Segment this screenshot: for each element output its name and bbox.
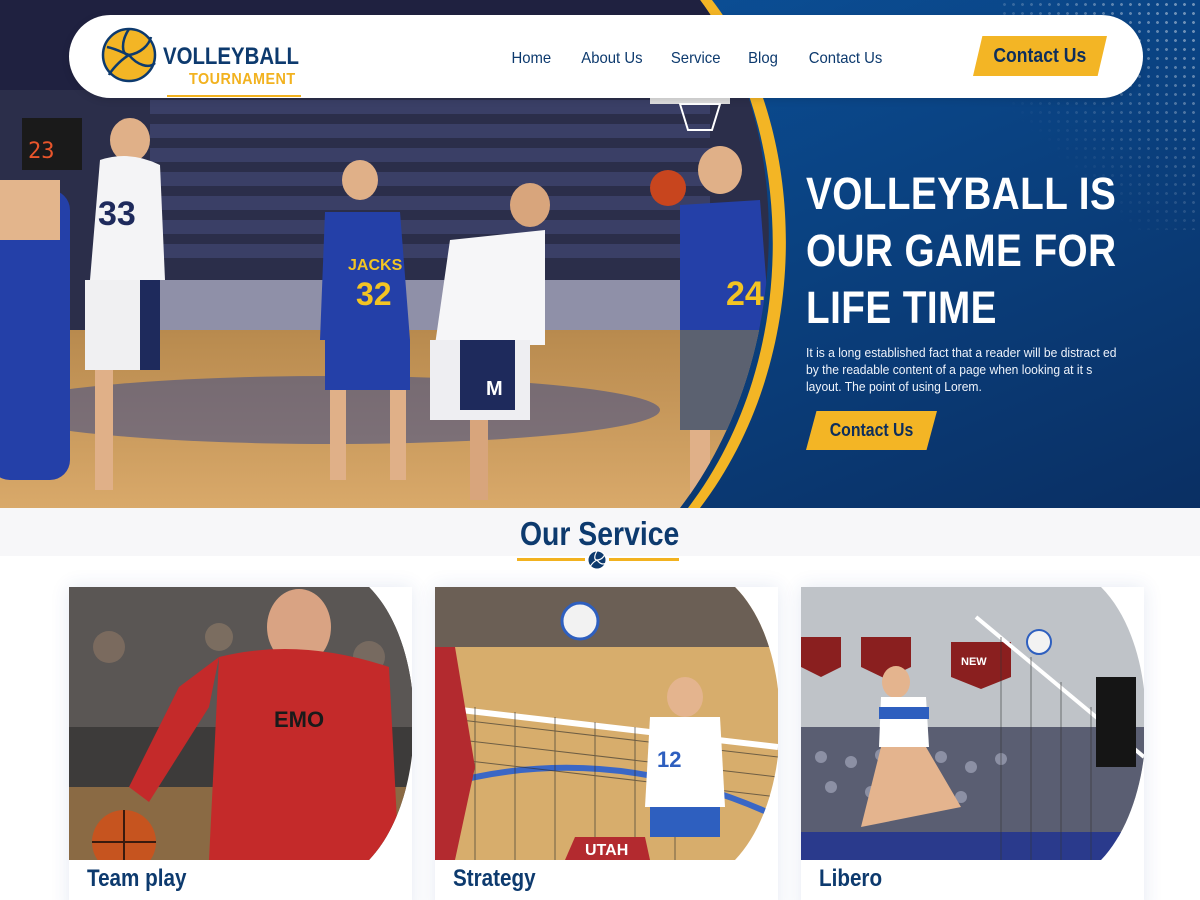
site-logo[interactable]: VOLLEYBALL TOURNAMENT bbox=[101, 27, 311, 97]
basketball-player-photo: EMO bbox=[69, 587, 412, 860]
hero-title-line-1: VOLLEYBALL IS bbox=[806, 168, 1117, 219]
svg-text:12: 12 bbox=[657, 747, 681, 772]
volleyball-icon bbox=[101, 27, 157, 83]
nav-item-service[interactable]: Service bbox=[671, 50, 721, 68]
svg-text:23: 23 bbox=[28, 139, 55, 164]
logo-tagline: TOURNAMENT bbox=[189, 71, 296, 88]
service-heading: Our Service bbox=[0, 515, 1200, 553]
svg-text:24: 24 bbox=[726, 275, 764, 313]
heading-divider-left bbox=[517, 558, 585, 561]
svg-text:UTAH: UTAH bbox=[585, 842, 628, 859]
header-contact-button-label: Contact Us bbox=[993, 44, 1087, 67]
svg-text:JACKS: JACKS bbox=[348, 257, 403, 274]
svg-text:EMO: EMO bbox=[274, 707, 324, 732]
volleyball-jump-arena-photo: NEW bbox=[801, 587, 1144, 860]
heading-divider-right bbox=[609, 558, 679, 561]
nav-item-blog[interactable]: Blog bbox=[748, 50, 778, 68]
hero-title: VOLLEYBALL IS OUR GAME FOR LIFE TIME bbox=[806, 165, 1141, 336]
nav-item-home[interactable]: Home bbox=[511, 50, 551, 68]
svg-text:32: 32 bbox=[356, 276, 392, 312]
svg-text:33: 33 bbox=[98, 195, 136, 233]
logo-underline bbox=[167, 95, 301, 97]
nav-item-contact-us[interactable]: Contact Us bbox=[809, 50, 883, 68]
service-card-title: Strategy bbox=[453, 865, 536, 892]
hero-text-block: VOLLEYBALL IS OUR GAME FOR LIFE TIME It … bbox=[806, 165, 1136, 395]
service-card-title: Libero bbox=[819, 865, 883, 892]
volleyball-spike-net-photo: 12 UTAH bbox=[435, 587, 778, 860]
service-card-title: Team play bbox=[87, 865, 187, 892]
service-card-libero[interactable]: NEW Libero bbox=[801, 587, 1144, 900]
svg-text:NEW: NEW bbox=[961, 656, 987, 668]
hero-title-line-2: OUR GAME FOR bbox=[806, 225, 1117, 276]
volleyball-divider-icon bbox=[587, 550, 607, 570]
hero-contact-button[interactable]: Contact Us bbox=[806, 411, 937, 450]
service-heading-text: Our Service bbox=[520, 515, 680, 552]
hero-description: It is a long established fact that a rea… bbox=[806, 345, 1117, 394]
svg-text:M: M bbox=[486, 378, 503, 400]
service-card-strategy[interactable]: 12 UTAH Strategy bbox=[435, 587, 778, 900]
nav-item-about-us[interactable]: About Us bbox=[581, 50, 642, 68]
header-navbar: VOLLEYBALL TOURNAMENT Home About Us Serv… bbox=[69, 15, 1143, 98]
hero-title-line-3: LIFE TIME bbox=[806, 282, 997, 333]
hero-contact-button-label: Contact Us bbox=[829, 420, 914, 440]
header-contact-button[interactable]: Contact Us bbox=[973, 36, 1107, 76]
logo-title: VOLLEYBALL bbox=[163, 43, 299, 70]
service-card-team-play[interactable]: EMO Team play bbox=[69, 587, 412, 900]
